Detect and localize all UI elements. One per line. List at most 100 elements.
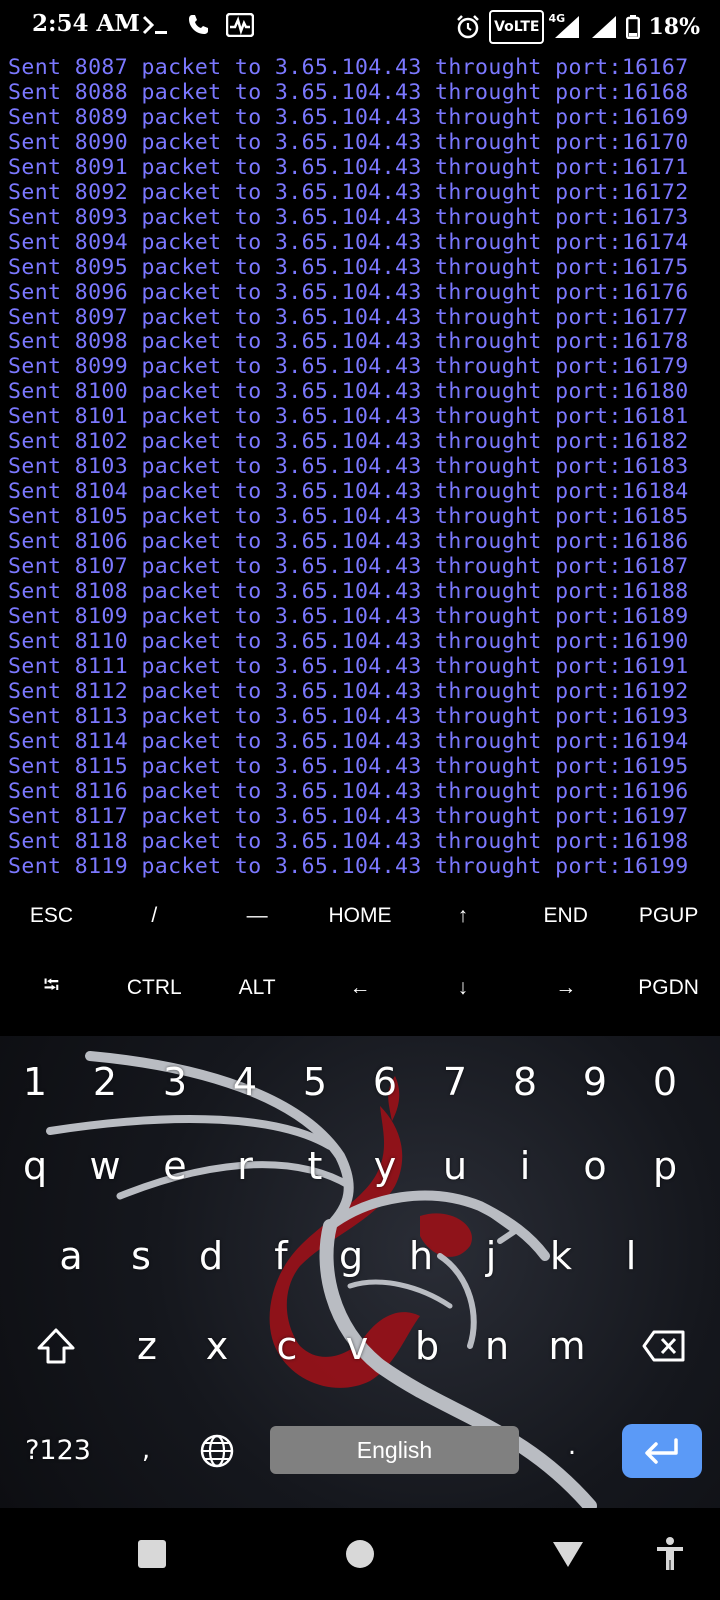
- key-j[interactable]: j: [456, 1218, 526, 1294]
- system-icons: VoLTE 4G 18%: [455, 10, 700, 44]
- terminal-line: Sent 8106 packet to 3.65.104.43 throught…: [8, 529, 689, 555]
- key-e[interactable]: e: [140, 1128, 210, 1204]
- backspace-key[interactable]: [608, 1308, 720, 1384]
- key-u[interactable]: u: [420, 1128, 490, 1204]
- key-6[interactable]: 6: [350, 1044, 420, 1120]
- key-l[interactable]: l: [596, 1218, 666, 1294]
- terminal-line: Sent 8107 packet to 3.65.104.43 throught…: [8, 554, 689, 580]
- key-0[interactable]: 0: [630, 1044, 700, 1120]
- extra-keys-row-1: ESC / — HOME ↑ END PGUP: [0, 880, 720, 952]
- key-7[interactable]: 7: [420, 1044, 490, 1120]
- key-r[interactable]: r: [210, 1128, 280, 1204]
- terminal-line: Sent 8105 packet to 3.65.104.43 throught…: [8, 504, 689, 530]
- soft-keyboard: 1234567890 qwertyuiop asdfghjkl zxcvbnm …: [0, 1036, 720, 1508]
- key-5[interactable]: 5: [280, 1044, 350, 1120]
- accessibility-button[interactable]: [648, 1532, 692, 1576]
- key-t[interactable]: t: [280, 1128, 350, 1204]
- notification-icons: [142, 10, 254, 40]
- extra-key-esc[interactable]: ESC: [0, 880, 103, 952]
- key-p[interactable]: p: [630, 1128, 700, 1204]
- terminal-line: Sent 8101 packet to 3.65.104.43 throught…: [8, 404, 689, 430]
- terminal-line: Sent 8091 packet to 3.65.104.43 throught…: [8, 154, 689, 180]
- key-8[interactable]: 8: [490, 1044, 560, 1120]
- key-z[interactable]: z: [112, 1308, 182, 1384]
- extra-key-end[interactable]: END: [514, 880, 617, 952]
- key-f[interactable]: f: [246, 1218, 316, 1294]
- phone-icon: [186, 10, 210, 40]
- terminal-line: Sent 8114 packet to 3.65.104.43 throught…: [8, 728, 689, 754]
- volte-icon: VoLTE: [489, 10, 545, 44]
- extra-key-[interactable]: →: [514, 952, 617, 1024]
- shift-icon: [37, 1328, 75, 1364]
- key-o[interactable]: o: [560, 1128, 630, 1204]
- key-q[interactable]: q: [0, 1128, 70, 1204]
- key-h[interactable]: h: [386, 1218, 456, 1294]
- key-n[interactable]: n: [462, 1308, 532, 1384]
- key-m[interactable]: m: [532, 1308, 602, 1384]
- terminal-line: Sent 8093 packet to 3.65.104.43 throught…: [8, 204, 689, 230]
- key-v[interactable]: v: [322, 1308, 392, 1384]
- terminal-line: Sent 8108 packet to 3.65.104.43 throught…: [8, 579, 689, 605]
- shift-key[interactable]: [0, 1308, 112, 1384]
- key-9[interactable]: 9: [560, 1044, 630, 1120]
- extra-key-pgup[interactable]: PGUP: [617, 880, 720, 952]
- key-d[interactable]: d: [176, 1218, 246, 1294]
- triangle-down-icon: [553, 1542, 583, 1567]
- extra-key-[interactable]: /: [103, 880, 206, 952]
- terminal-line: Sent 8094 packet to 3.65.104.43 throught…: [8, 229, 689, 255]
- back-button[interactable]: [546, 1532, 590, 1576]
- terminal-line: Sent 8092 packet to 3.65.104.43 throught…: [8, 179, 689, 205]
- terminal-line: Sent 8110 packet to 3.65.104.43 throught…: [8, 628, 689, 654]
- key-k[interactable]: k: [526, 1218, 596, 1294]
- key-y[interactable]: y: [350, 1128, 420, 1204]
- language-key[interactable]: [192, 1426, 242, 1476]
- home-button[interactable]: [338, 1532, 382, 1576]
- extra-key-ctrl[interactable]: CTRL: [103, 952, 206, 1024]
- activity-monitor-icon: [226, 10, 254, 40]
- qwerty-row: qwertyuiop: [0, 1128, 720, 1204]
- key-g[interactable]: g: [316, 1218, 386, 1294]
- extra-key-[interactable]: —: [206, 880, 309, 952]
- terminal-line: Sent 8115 packet to 3.65.104.43 throught…: [8, 753, 689, 779]
- key-4[interactable]: 4: [210, 1044, 280, 1120]
- backspace-icon: [642, 1330, 685, 1362]
- recents-button[interactable]: [130, 1532, 174, 1576]
- extra-key-[interactable]: ↑: [411, 880, 514, 952]
- enter-key[interactable]: [622, 1424, 702, 1478]
- terminal-line: Sent 8113 packet to 3.65.104.43 throught…: [8, 703, 689, 729]
- terminal-line: Sent 8099 packet to 3.65.104.43 throught…: [8, 354, 689, 380]
- terminal-icon: [142, 10, 170, 40]
- battery-icon: [626, 12, 641, 42]
- comma-key[interactable]: ,: [122, 1422, 170, 1478]
- extra-key-[interactable]: ⭾: [0, 952, 103, 1024]
- terminal-line: Sent 8111 packet to 3.65.104.43 throught…: [8, 653, 689, 679]
- extra-key-alt[interactable]: ALT: [206, 952, 309, 1024]
- terminal-output: Sent 8087 packet to 3.65.104.43 throught…: [0, 52, 720, 879]
- space-bar[interactable]: English: [270, 1426, 519, 1474]
- key-x[interactable]: x: [182, 1308, 252, 1384]
- extra-key-home[interactable]: HOME: [309, 880, 412, 952]
- terminal-view[interactable]: Sent 8087 packet to 3.65.104.43 throught…: [0, 52, 720, 882]
- network-type: 4G: [548, 12, 566, 25]
- extra-key-pgdn[interactable]: PGDN: [617, 952, 720, 1024]
- navigation-bar: [0, 1508, 720, 1600]
- key-3[interactable]: 3: [140, 1044, 210, 1120]
- terminal-line: Sent 8098 packet to 3.65.104.43 throught…: [8, 329, 689, 355]
- key-a[interactable]: a: [36, 1218, 106, 1294]
- terminal-line: Sent 8096 packet to 3.65.104.43 throught…: [8, 279, 689, 305]
- period-key[interactable]: .: [548, 1418, 596, 1474]
- extra-key-[interactable]: ↓: [411, 952, 514, 1024]
- key-c[interactable]: c: [252, 1308, 322, 1384]
- terminal-line: Sent 8087 packet to 3.65.104.43 throught…: [8, 55, 689, 80]
- signal-4g-icon: 4G: [548, 12, 582, 42]
- key-1[interactable]: 1: [0, 1044, 70, 1120]
- terminal-line: Sent 8117 packet to 3.65.104.43 throught…: [8, 803, 689, 829]
- key-b[interactable]: b: [392, 1308, 462, 1384]
- extra-key-[interactable]: ←: [309, 952, 412, 1024]
- terminal-line: Sent 8090 packet to 3.65.104.43 throught…: [8, 129, 689, 155]
- key-i[interactable]: i: [490, 1128, 560, 1204]
- symbols-key[interactable]: ?123: [18, 1422, 98, 1478]
- key-2[interactable]: 2: [70, 1044, 140, 1120]
- key-s[interactable]: s: [106, 1218, 176, 1294]
- key-w[interactable]: w: [70, 1128, 140, 1204]
